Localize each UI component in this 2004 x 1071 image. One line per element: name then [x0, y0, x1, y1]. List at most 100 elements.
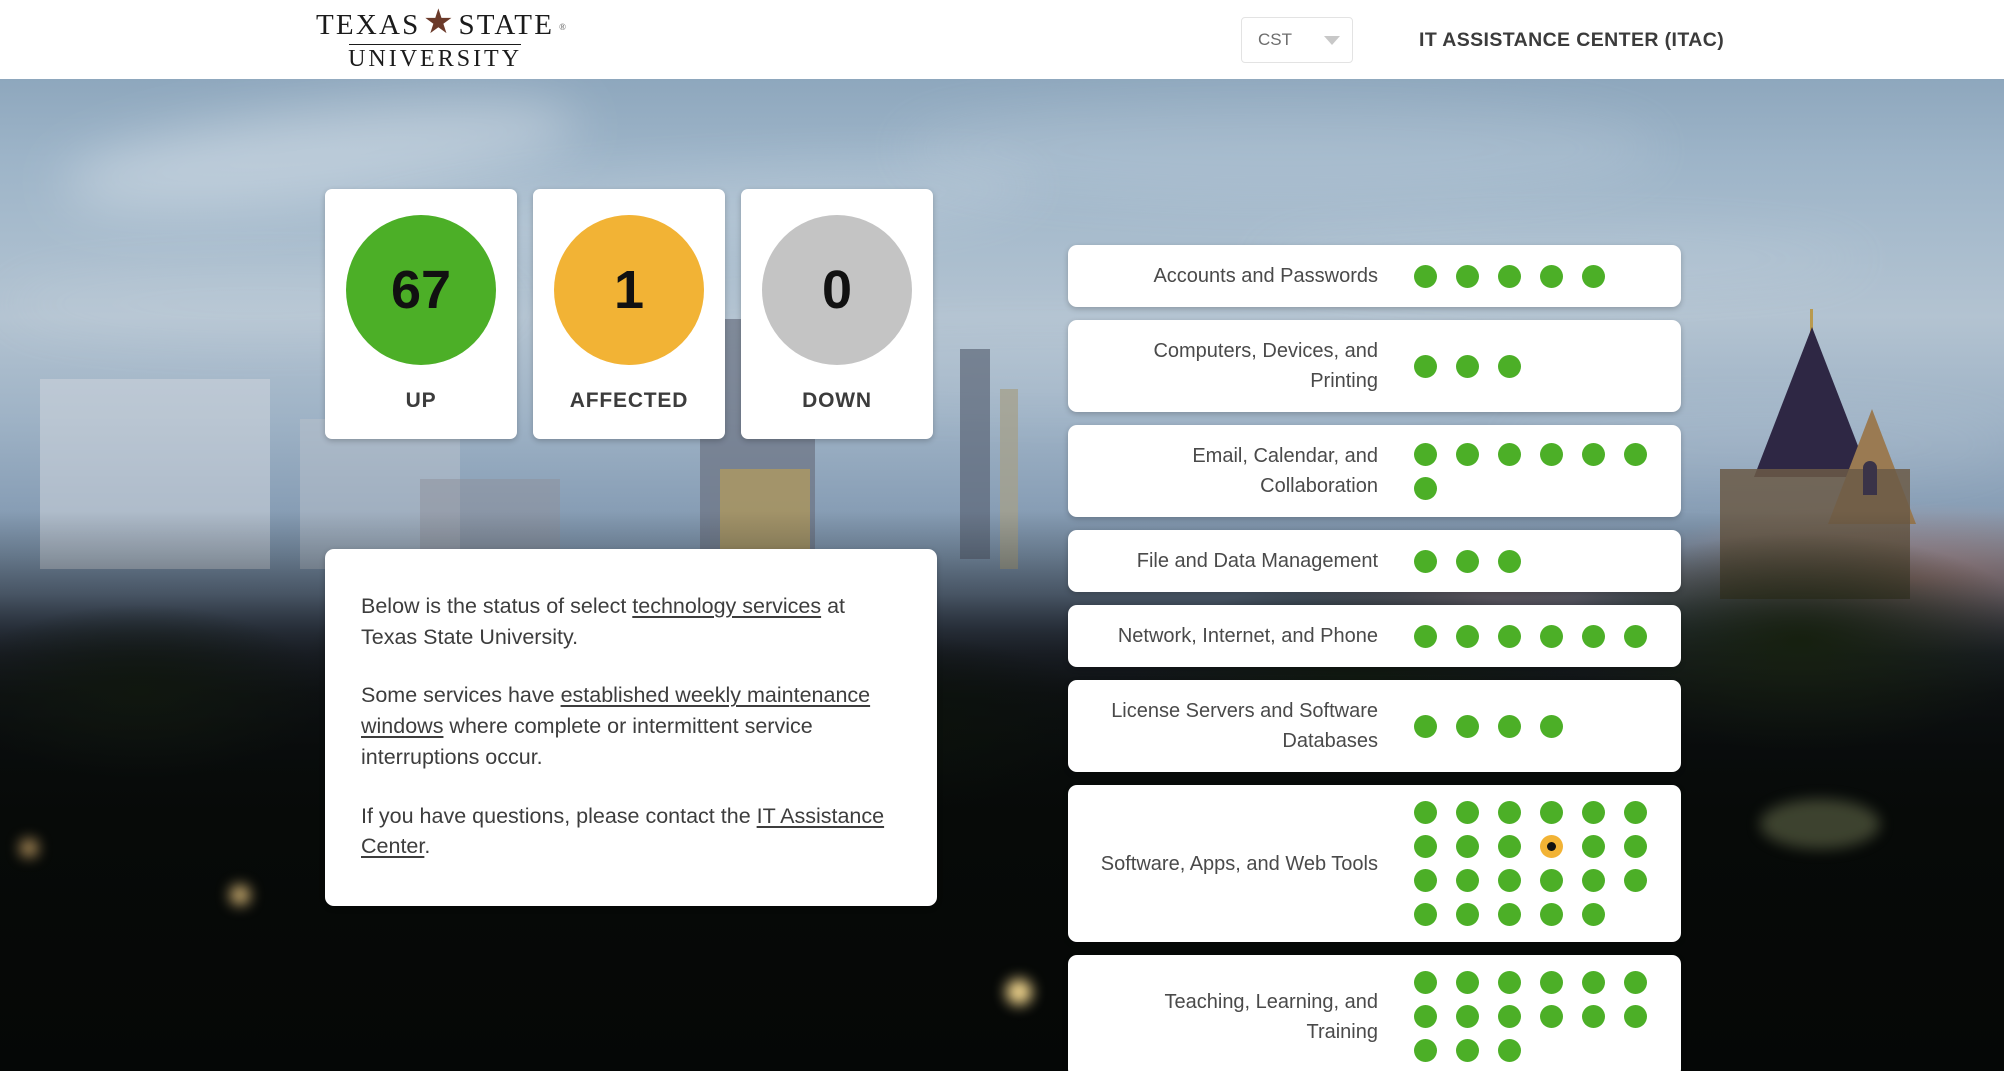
status-dot-up[interactable]: [1582, 1005, 1605, 1028]
status-dot-up[interactable]: [1456, 869, 1479, 892]
status-dot-up[interactable]: [1414, 1005, 1437, 1028]
status-dot-up[interactable]: [1414, 715, 1437, 738]
info-p1-before: Below is the status of select: [361, 594, 632, 618]
status-dot-up[interactable]: [1414, 801, 1437, 824]
status-dot-up[interactable]: [1624, 625, 1647, 648]
status-dot-up[interactable]: [1414, 265, 1437, 288]
status-dot-up[interactable]: [1414, 869, 1437, 892]
status-dot-up[interactable]: [1582, 835, 1605, 858]
service-card[interactable]: License Servers and Software Databases: [1068, 680, 1681, 772]
status-dot-up[interactable]: [1498, 550, 1521, 573]
status-dot-up[interactable]: [1582, 265, 1605, 288]
logo-wordmark-top: TEXAS ★ STATE ®: [316, 8, 554, 42]
status-dot-up[interactable]: [1498, 625, 1521, 648]
status-dot-up[interactable]: [1414, 625, 1437, 648]
status-dot-up[interactable]: [1498, 715, 1521, 738]
service-name: Computers, Devices, and Printing: [1068, 336, 1378, 396]
status-dot-up[interactable]: [1456, 971, 1479, 994]
status-dot-up[interactable]: [1540, 903, 1563, 926]
status-dot-up[interactable]: [1498, 1039, 1521, 1062]
service-card[interactable]: Accounts and Passwords: [1068, 245, 1681, 307]
status-dot-up[interactable]: [1456, 715, 1479, 738]
status-dot-up[interactable]: [1414, 903, 1437, 926]
status-dot-up[interactable]: [1540, 443, 1563, 466]
status-dot-up[interactable]: [1624, 801, 1647, 824]
service-status-dots: [1378, 355, 1648, 378]
service-name: License Servers and Software Databases: [1068, 696, 1378, 756]
service-card[interactable]: File and Data Management: [1068, 530, 1681, 592]
status-dot-up[interactable]: [1624, 869, 1647, 892]
service-card[interactable]: Network, Internet, and Phone: [1068, 605, 1681, 667]
status-dot-up[interactable]: [1456, 835, 1479, 858]
info-paragraph-3: If you have questions, please contact th…: [361, 801, 891, 862]
status-dot-up[interactable]: [1540, 715, 1563, 738]
technology-services-link[interactable]: technology services: [632, 594, 821, 618]
logo-university-text: UNIVERSITY: [348, 47, 522, 71]
counter-label-down: DOWN: [802, 389, 872, 413]
status-dot-up[interactable]: [1540, 801, 1563, 824]
status-dot-up[interactable]: [1540, 869, 1563, 892]
texas-state-logo[interactable]: TEXAS ★ STATE ® UNIVERSITY: [316, 8, 554, 71]
status-dot-up[interactable]: [1414, 835, 1437, 858]
status-dot-up[interactable]: [1624, 971, 1647, 994]
info-p2-before: Some services have: [361, 683, 561, 707]
status-dot-up[interactable]: [1456, 801, 1479, 824]
counter-card-up[interactable]: 67 UP: [325, 189, 517, 439]
status-dot-up[interactable]: [1498, 265, 1521, 288]
status-dot-up[interactable]: [1498, 971, 1521, 994]
status-dot-up[interactable]: [1414, 355, 1437, 378]
service-category-list: Accounts and Passwords Computers, Devices…: [1068, 245, 1681, 1071]
status-dot-up[interactable]: [1498, 903, 1521, 926]
service-status-dots: [1378, 550, 1648, 573]
info-p3-before: If you have questions, please contact th…: [361, 804, 757, 828]
status-dot-up[interactable]: [1456, 1005, 1479, 1028]
service-status-dots: [1378, 625, 1648, 648]
timezone-value: CST: [1258, 30, 1292, 50]
counter-card-affected[interactable]: 1 AFFECTED: [533, 189, 725, 439]
status-dot-up[interactable]: [1498, 355, 1521, 378]
status-dot-up[interactable]: [1582, 869, 1605, 892]
status-dot-up[interactable]: [1456, 625, 1479, 648]
site-header: TEXAS ★ STATE ® UNIVERSITY CST IT ASSIST…: [0, 0, 2004, 79]
status-dot-up[interactable]: [1456, 355, 1479, 378]
status-dot-up[interactable]: [1498, 443, 1521, 466]
status-dot-up[interactable]: [1624, 1005, 1647, 1028]
status-dot-up[interactable]: [1540, 265, 1563, 288]
status-dot-up[interactable]: [1498, 801, 1521, 824]
info-card: Below is the status of select technology…: [325, 549, 937, 906]
service-card[interactable]: Teaching, Learning, and Training: [1068, 955, 1681, 1071]
service-name: Accounts and Passwords: [1068, 261, 1378, 291]
service-card[interactable]: Computers, Devices, and Printing: [1068, 320, 1681, 412]
status-dot-up[interactable]: [1414, 971, 1437, 994]
status-dot-up[interactable]: [1414, 1039, 1437, 1062]
status-dot-up[interactable]: [1456, 1039, 1479, 1062]
service-card[interactable]: Software, Apps, and Web Tools: [1068, 785, 1681, 942]
status-dot-up[interactable]: [1540, 1005, 1563, 1028]
status-dot-up[interactable]: [1498, 1005, 1521, 1028]
service-card[interactable]: Email, Calendar, and Collaboration: [1068, 425, 1681, 517]
dashboard-content: 67 UP 1 AFFECTED 0 DOWN Below is the sta…: [0, 79, 2004, 1071]
status-dot-up[interactable]: [1582, 443, 1605, 466]
status-dot-up[interactable]: [1624, 835, 1647, 858]
timezone-select[interactable]: CST: [1241, 17, 1353, 63]
status-dot-up[interactable]: [1582, 903, 1605, 926]
status-dot-up[interactable]: [1540, 625, 1563, 648]
status-dot-up[interactable]: [1498, 869, 1521, 892]
status-dot-up[interactable]: [1582, 625, 1605, 648]
logo-texas-text: TEXAS: [316, 11, 420, 40]
status-dot-up[interactable]: [1414, 443, 1437, 466]
service-name: Email, Calendar, and Collaboration: [1068, 441, 1378, 501]
counter-card-down[interactable]: 0 DOWN: [741, 189, 933, 439]
status-dot-up[interactable]: [1498, 835, 1521, 858]
status-dot-affected[interactable]: [1540, 835, 1563, 858]
status-dot-up[interactable]: [1624, 443, 1647, 466]
status-dot-up[interactable]: [1456, 265, 1479, 288]
status-dot-up[interactable]: [1582, 971, 1605, 994]
status-dot-up[interactable]: [1540, 971, 1563, 994]
status-dot-up[interactable]: [1456, 550, 1479, 573]
status-dot-up[interactable]: [1414, 477, 1437, 500]
status-dot-up[interactable]: [1456, 903, 1479, 926]
status-dot-up[interactable]: [1414, 550, 1437, 573]
status-dot-up[interactable]: [1582, 801, 1605, 824]
status-dot-up[interactable]: [1456, 443, 1479, 466]
